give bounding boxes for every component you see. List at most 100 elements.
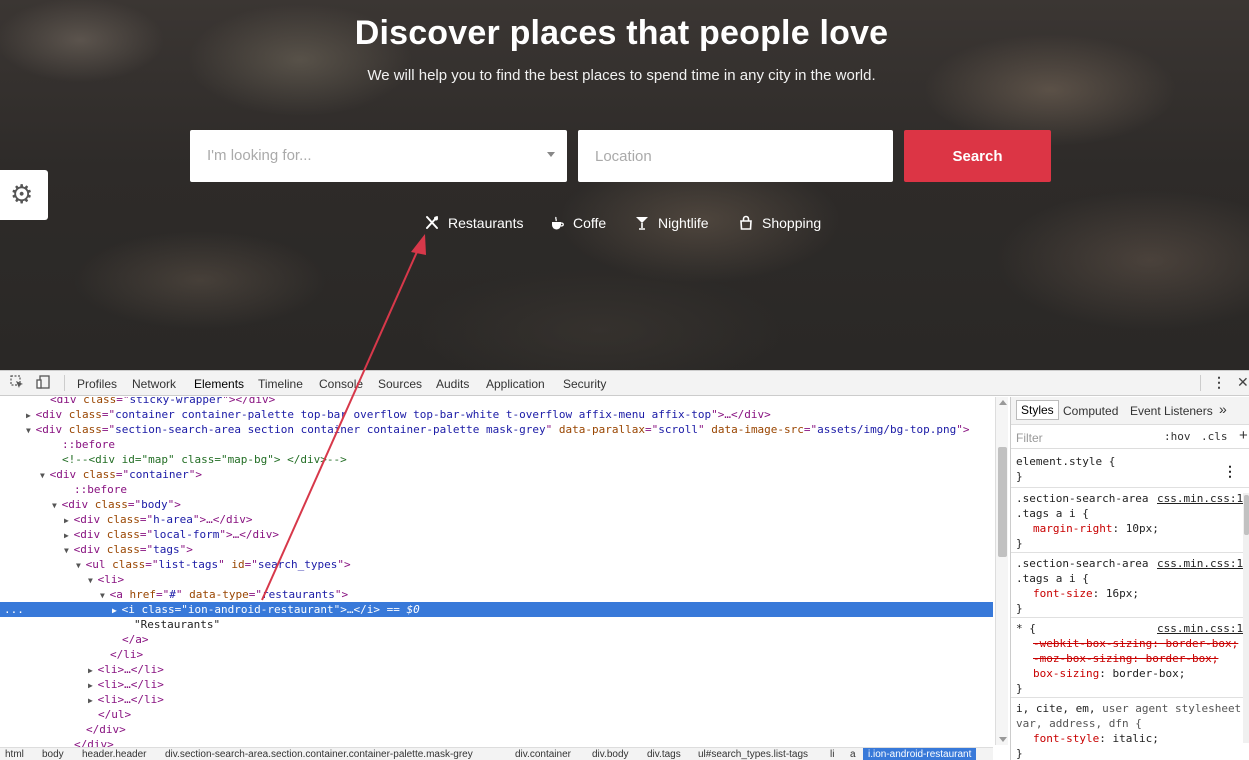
dom-node[interactable]: ▼ <ul class="list-tags" id="search_types… xyxy=(0,557,993,572)
location-input[interactable] xyxy=(578,130,893,182)
class-toggle[interactable]: .cls xyxy=(1201,430,1228,443)
dom-node[interactable]: ▶ <div class="local-form">…</div> xyxy=(0,527,993,542)
breadcrumb-item[interactable]: div.section-search-area.section.containe… xyxy=(165,748,473,760)
tab-computed[interactable]: Computed xyxy=(1063,404,1118,418)
breadcrumb-item[interactable]: html xyxy=(5,748,24,760)
add-rule-icon[interactable]: + xyxy=(1239,427,1248,444)
tab-security[interactable]: Security xyxy=(563,377,606,391)
inspect-element-icon[interactable] xyxy=(10,375,24,389)
source-link[interactable]: css.min.css:1 xyxy=(1157,491,1243,506)
dom-tree-scrollbar[interactable] xyxy=(995,397,1008,745)
styles-scrollbar[interactable] xyxy=(1243,493,1249,743)
overridden-declaration[interactable]: -moz-box-sizing: border-box; xyxy=(1033,651,1218,666)
dom-node[interactable]: ▼ <div class="tags"> xyxy=(0,542,993,557)
dom-node[interactable]: </li> xyxy=(0,647,993,662)
tab-styles[interactable]: Styles xyxy=(1016,400,1059,420)
tab-network[interactable]: Network xyxy=(132,377,176,391)
dom-node[interactable]: ▶ <li>…</li> xyxy=(0,662,993,677)
filter-input[interactable]: Filter xyxy=(1016,431,1043,445)
dom-node[interactable]: ▼ <div class="body"> xyxy=(0,497,993,512)
expand-triangle-icon[interactable]: ▶ xyxy=(88,666,98,675)
breadcrumb-item[interactable]: header.header xyxy=(82,748,147,760)
expand-triangle-icon[interactable]: ▶ xyxy=(26,411,36,420)
node-actions-icon[interactable]: ... xyxy=(4,602,24,617)
css-declaration[interactable]: margin-right: 10px; xyxy=(1033,521,1159,536)
collapse-triangle-icon[interactable]: ▼ xyxy=(88,576,98,585)
tab-application[interactable]: Application xyxy=(486,377,545,391)
more-tabs-icon[interactable]: » xyxy=(1219,401,1227,417)
tag-nightlife[interactable]: Nightlife xyxy=(634,212,709,234)
collapse-triangle-icon[interactable]: ▼ xyxy=(26,426,36,435)
device-mode-icon[interactable] xyxy=(36,375,50,389)
css-property: font-style xyxy=(1033,732,1100,745)
breadcrumb-item[interactable]: ul#search_types.list-tags xyxy=(698,748,808,760)
source-link[interactable]: css.min.css:1 xyxy=(1157,556,1243,571)
dom-node[interactable]: ▼ <a href="#" data-type="restaurants"> xyxy=(0,587,993,602)
hero-section: Discover places that people love We will… xyxy=(0,0,1249,370)
expand-triangle-icon[interactable]: ▶ xyxy=(112,606,122,615)
tab-audits[interactable]: Audits xyxy=(436,377,469,391)
dom-node[interactable]: <div class="sticky-wrapper"></div> xyxy=(0,397,993,407)
dom-node[interactable]: </div> xyxy=(0,737,993,747)
dom-node[interactable]: ▼ <li> xyxy=(0,572,993,587)
css-value: border-box; xyxy=(1112,667,1186,680)
rule-selector: .section-search-area xyxy=(1016,492,1149,505)
breadcrumb-item[interactable]: div.body xyxy=(592,748,629,760)
collapse-triangle-icon[interactable]: ▼ xyxy=(40,471,50,480)
dom-node[interactable]: ::before xyxy=(0,482,993,497)
dom-node[interactable]: ▶ <div class="container container-palett… xyxy=(0,407,993,422)
scrollbar-thumb[interactable] xyxy=(1244,495,1249,535)
dom-node[interactable]: ▶ <li>…</li> xyxy=(0,677,993,692)
dom-node[interactable]: </ul> xyxy=(0,707,993,722)
dom-node[interactable]: ▼ <div class="container"> xyxy=(0,467,993,482)
tab-profiles[interactable]: Profiles xyxy=(77,377,117,391)
tab-timeline[interactable]: Timeline xyxy=(258,377,303,391)
more-options-icon[interactable]: ⋮ xyxy=(1223,465,1237,480)
breadcrumb-item[interactable]: div.container xyxy=(515,748,571,760)
rule-selector: .tags a i { xyxy=(1016,572,1089,585)
breadcrumb-item[interactable]: a xyxy=(850,748,856,760)
dom-node-selected[interactable]: ▶ <i class="ion-android-restaurant">…</i… xyxy=(0,602,993,617)
expand-triangle-icon[interactable]: ▶ xyxy=(88,681,98,690)
more-options-icon[interactable]: ⋮ xyxy=(1212,374,1226,391)
dom-node[interactable]: <!--<div id="map" class="map-bg"> </div>… xyxy=(0,452,993,467)
collapse-triangle-icon[interactable]: ▼ xyxy=(76,561,86,570)
collapse-triangle-icon[interactable]: ▼ xyxy=(64,546,74,555)
breadcrumb-item[interactable]: li xyxy=(830,748,834,760)
dom-node[interactable]: ▶ <div class="h-area">…</div> xyxy=(0,512,993,527)
overridden-declaration[interactable]: -webkit-box-sizing: border-box; xyxy=(1033,636,1238,651)
dom-node[interactable]: "Restaurants" xyxy=(0,617,993,632)
search-button[interactable]: Search xyxy=(904,130,1051,182)
category-select[interactable]: I'm looking for... xyxy=(190,130,567,182)
tab-sources[interactable]: Sources xyxy=(378,377,422,391)
dom-node[interactable]: </a> xyxy=(0,632,993,647)
scroll-up-arrow-icon[interactable] xyxy=(999,400,1007,405)
tab-event-listeners[interactable]: Event Listeners xyxy=(1130,404,1213,418)
close-icon[interactable]: ✕ xyxy=(1237,374,1249,391)
tag-coffe[interactable]: Coffe xyxy=(549,212,606,234)
collapse-triangle-icon[interactable]: ▼ xyxy=(52,501,62,510)
tab-elements[interactable]: Elements xyxy=(194,377,244,391)
tag-shopping[interactable]: Shopping xyxy=(738,212,821,234)
source-link[interactable]: css.min.css:1 xyxy=(1157,621,1243,636)
expand-triangle-icon[interactable]: ▶ xyxy=(64,516,74,525)
collapse-triangle-icon[interactable]: ▼ xyxy=(100,591,110,600)
tag-restaurants[interactable]: Restaurants xyxy=(424,212,523,234)
expand-triangle-icon[interactable]: ▶ xyxy=(64,531,74,540)
toolbar-divider xyxy=(1200,375,1201,391)
breadcrumb-item[interactable]: div.tags xyxy=(647,748,681,760)
dom-node[interactable]: ▼ <div class="section-search-area sectio… xyxy=(0,422,993,437)
dom-node[interactable]: ▶ <li>…</li> xyxy=(0,692,993,707)
breadcrumb-item[interactable]: i.ion-android-restaurant xyxy=(863,748,977,760)
dom-node[interactable]: </div> xyxy=(0,722,993,737)
dom-node[interactable]: ::before xyxy=(0,437,993,452)
css-declaration[interactable]: box-sizing: border-box; xyxy=(1033,666,1185,681)
breadcrumb-item[interactable]: body xyxy=(42,748,64,760)
css-declaration[interactable]: font-size: 16px; xyxy=(1033,586,1139,601)
scroll-down-arrow-icon[interactable] xyxy=(999,737,1007,742)
dom-tree[interactable]: <div class="sticky-wrapper"></div> ▶ <div… xyxy=(0,397,993,747)
expand-triangle-icon[interactable]: ▶ xyxy=(88,696,98,705)
tab-console[interactable]: Console xyxy=(319,377,363,391)
scrollbar-thumb[interactable] xyxy=(998,447,1007,557)
hover-state-toggle[interactable]: :hov xyxy=(1164,430,1191,443)
